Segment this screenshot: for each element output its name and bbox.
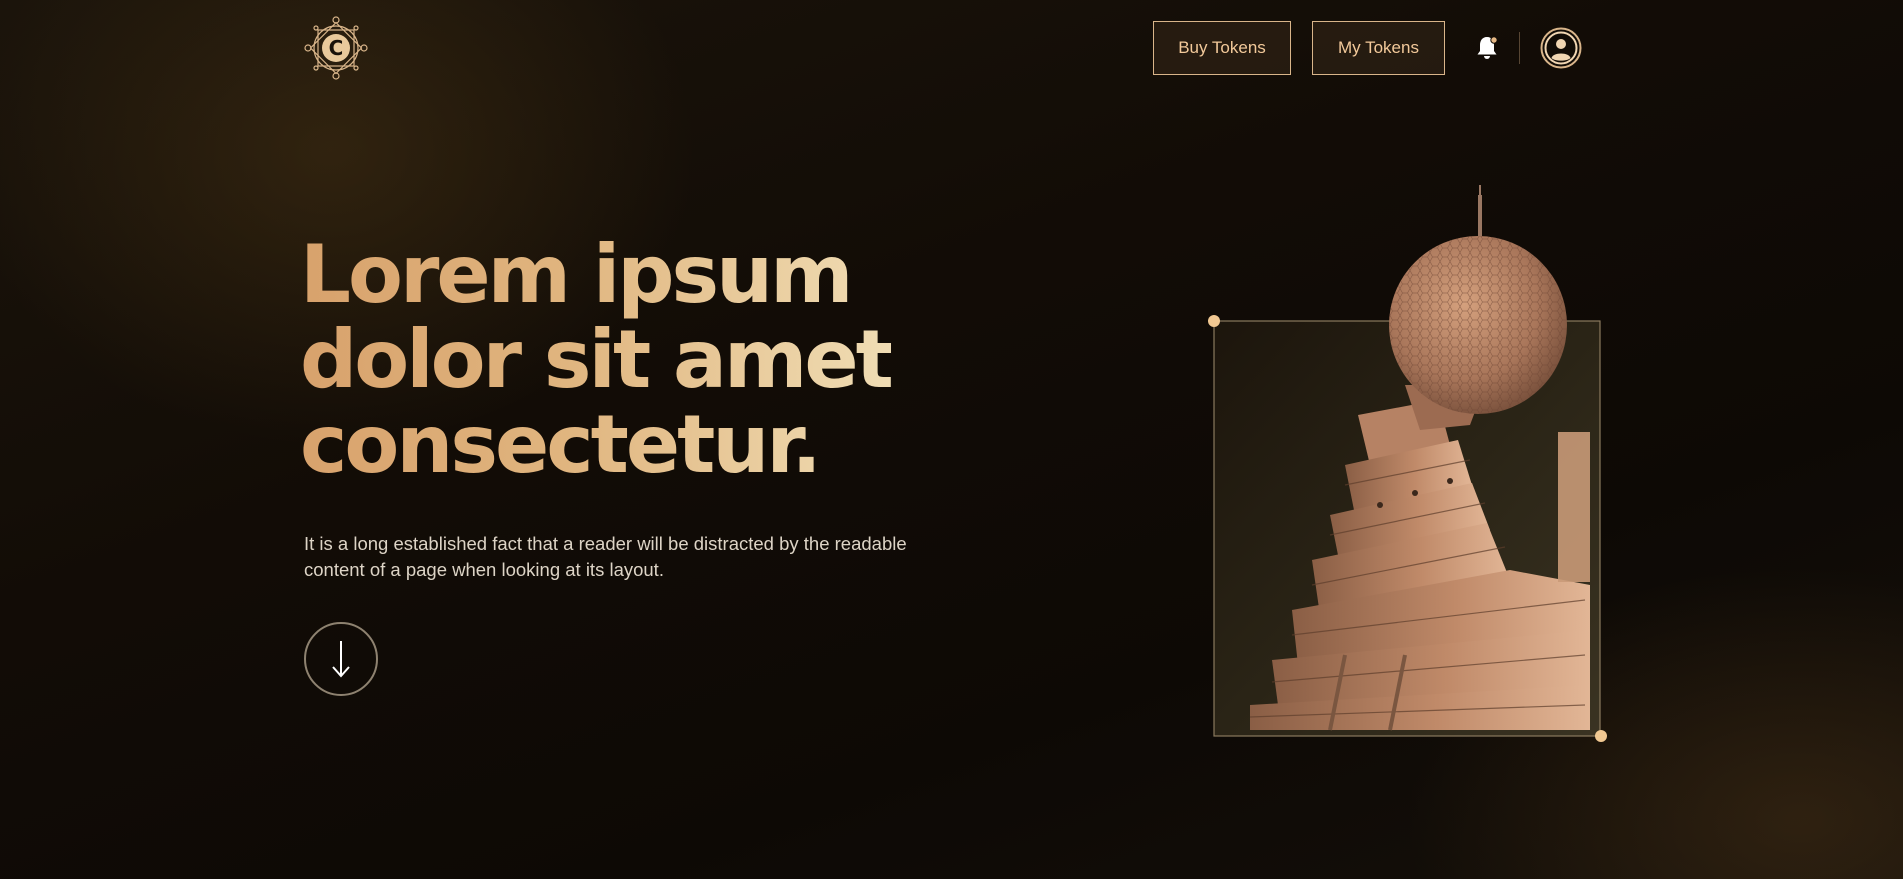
my-tokens-button[interactable]: My Tokens bbox=[1312, 21, 1445, 75]
logo-letter: C bbox=[329, 36, 344, 60]
notifications-button[interactable] bbox=[1473, 34, 1501, 62]
tower-illustration bbox=[1208, 185, 1607, 742]
bell-icon bbox=[1477, 36, 1498, 59]
buy-tokens-button[interactable]: Buy Tokens bbox=[1153, 21, 1291, 75]
hero-title: Lorem ipsum dolor sit amet consectetur. bbox=[300, 232, 891, 487]
profile-button[interactable] bbox=[1540, 27, 1582, 69]
ornate-c-logo-icon: C bbox=[304, 16, 368, 80]
hero-title-line-2: dolor sit amet bbox=[300, 313, 891, 406]
header-divider bbox=[1519, 32, 1520, 64]
scroll-down-button[interactable] bbox=[304, 622, 378, 696]
hero-title-line-1: Lorem ipsum bbox=[300, 228, 851, 321]
hero-description: It is a long established fact that a rea… bbox=[304, 533, 907, 580]
arrow-down-icon bbox=[332, 641, 350, 678]
hero-title-line-3: consectetur. bbox=[300, 398, 819, 491]
brand-logo[interactable]: C bbox=[303, 15, 369, 81]
user-circle-icon bbox=[1540, 27, 1582, 69]
